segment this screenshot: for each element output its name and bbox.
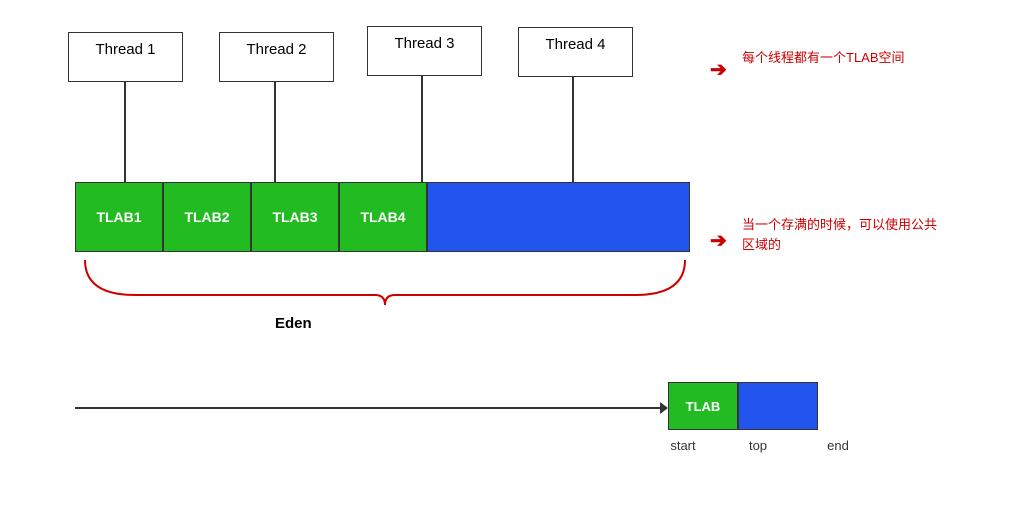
label-top: top [718, 438, 798, 453]
thread2-label: Thread 2 [246, 41, 306, 58]
tlab-detail: TLAB [668, 382, 818, 430]
label-end: end [798, 438, 878, 453]
tlab-detail-blue [738, 382, 818, 430]
thread1-label: Thread 1 [95, 41, 155, 58]
red-arrow-1-icon: ➔ [710, 57, 727, 82]
thread4-box: Thread 4 [518, 27, 633, 77]
eden-label: Eden [275, 315, 312, 332]
eden-free-space [427, 182, 690, 252]
arrow-thread1 [124, 82, 126, 182]
tlab4: TLAB4 [339, 182, 427, 252]
tlab3: TLAB3 [251, 182, 339, 252]
arrow-thread2 [274, 82, 276, 182]
arrow-thread4 [572, 77, 574, 182]
bottom-labels: start top end [648, 438, 878, 453]
annotation-2: 当一个存满的时候，可以使用公共 区域的 [742, 215, 937, 254]
tlab1: TLAB1 [75, 182, 163, 252]
annotation-1: 每个线程都有一个TLAB空间 [742, 48, 905, 68]
thread3-box: Thread 3 [367, 26, 482, 76]
thread2-box: Thread 2 [219, 32, 334, 82]
horizontal-arrow [75, 407, 660, 409]
diagram: Thread 1 Thread 2 Thread 3 Thread 4 TLAB… [0, 0, 1019, 508]
tlab-detail-green: TLAB [668, 382, 738, 430]
thread3-label: Thread 3 [394, 35, 454, 52]
eden-bar: TLAB1 TLAB2 TLAB3 TLAB4 [75, 182, 690, 252]
label-start: start [648, 438, 718, 453]
thread1-box: Thread 1 [68, 32, 183, 82]
thread4-label: Thread 4 [545, 36, 605, 53]
tlab2: TLAB2 [163, 182, 251, 252]
eden-brace [75, 255, 695, 310]
arrow-thread3 [421, 76, 423, 182]
red-arrow-2-icon: ➔ [710, 228, 727, 253]
